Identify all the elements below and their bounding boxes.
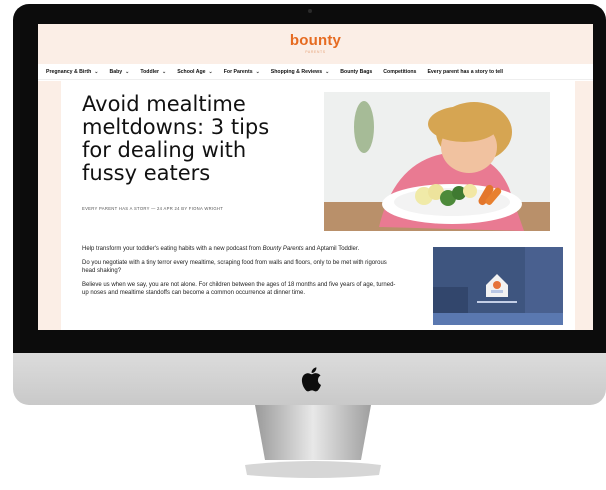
chevron-down-icon: ⌄ [125,68,130,75]
article-paragraph: Do you negotiate with a tiny terror ever… [82,259,387,275]
nav-item[interactable]: Every parent has a story to tell [427,69,503,75]
page-gutter-right [575,81,593,330]
chevron-down-icon: ⌄ [162,68,167,75]
video-progress-bar[interactable] [433,313,563,325]
nav-item-label: For Parents [223,68,253,75]
apple-logo-icon [301,367,321,392]
nav-item-label: Toddler [140,68,159,75]
hero-image [324,92,550,231]
site-logo-subtitle: PARENTS [305,50,326,54]
page-gutter-left [38,81,61,330]
nav-item-label: Pregnancy & Birth [46,68,92,75]
nav-item[interactable]: Baby ⌄ [109,69,129,75]
article-title: Avoid mealtime meltdowns: 3 tips for dea… [82,92,270,185]
nav-item[interactable]: Competitions [383,69,416,75]
nav-item[interactable]: Bounty Bags [340,69,372,75]
chevron-down-icon: ⌄ [94,68,99,75]
nav-item-label: Bounty Bags [340,68,373,75]
chevron-down-icon: ⌄ [208,68,213,75]
site-header: bounty PARENTS [38,24,593,64]
nav-item[interactable]: Shopping & Reviews ⌄ [271,69,330,75]
video-controls [433,306,563,318]
nav-item-label: Shopping & Reviews [270,68,323,75]
browser-screen: bounty PARENTS Pregnancy & Birth ⌄ Baby ⌄ To… [38,24,593,330]
site-logo[interactable]: bounty [38,32,593,49]
nav-item[interactable]: For Parents ⌄ [224,69,260,75]
nav-item-label: Competitions [383,68,417,75]
video-player[interactable] [433,247,563,325]
nav-item-label: Every parent has a story to tell [427,68,503,75]
camera-icon [308,9,312,13]
chevron-down-icon: ⌄ [325,68,330,75]
article-meta: EVERY PARENT HAS A STORY — 24 APR 24 BY … [82,206,224,211]
article-paragraph: Help transform your toddler's eating hab… [82,246,360,252]
main-nav: Pregnancy & Birth ⌄ Baby ⌄ Toddler ⌄ School Ag… [38,64,593,80]
chevron-down-icon: ⌄ [255,68,260,75]
nav-item-label: School Age [177,68,206,75]
nav-item-label: Baby [109,68,123,75]
nav-item[interactable]: School Age ⌄ [177,69,213,75]
monitor-stand [245,405,381,478]
hero-photo [324,92,550,231]
nav-item[interactable]: Pregnancy & Birth ⌄ [46,69,98,75]
article-paragraph: Believe us when we say, you are not alon… [82,281,396,297]
article-area: Avoid mealtime meltdowns: 3 tips for dea… [38,81,593,330]
nav-item[interactable]: Toddler ⌄ [140,69,166,75]
article-body: Help transform your toddler's eating hab… [82,245,398,303]
